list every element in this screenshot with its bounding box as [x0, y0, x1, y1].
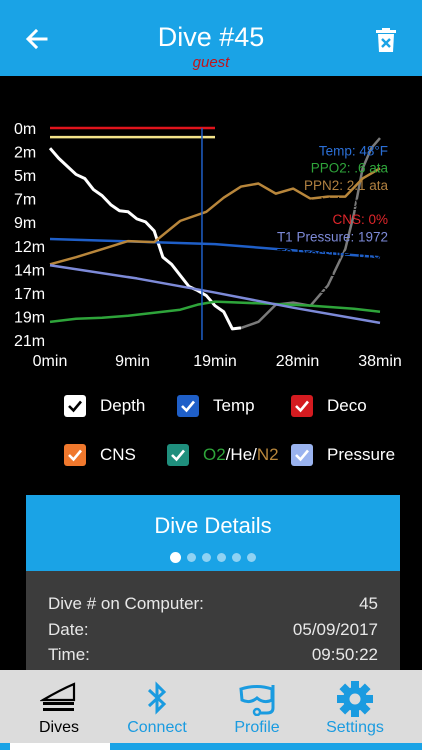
legend-toggle-o2-he-n2[interactable]: O2/He/N2: [167, 440, 279, 470]
nav-label: Dives: [38, 719, 79, 736]
y-tick-label: 14m: [14, 262, 45, 279]
info-line: Battery Voltage: 1v: [275, 195, 389, 210]
info-line: PPN2: 2.1 ata: [304, 178, 389, 193]
legend-toggle-deco[interactable]: Deco: [291, 391, 367, 421]
x-tick-label: 0min: [33, 353, 68, 370]
info-line: CNS: 0%: [332, 212, 388, 227]
nav-settings[interactable]: Settings: [306, 670, 404, 742]
checkbox-checked-icon: [64, 395, 86, 417]
nav-dives[interactable]: Dives: [10, 670, 108, 742]
user-subtitle: guest: [192, 54, 230, 71]
trash-icon[interactable]: [376, 28, 396, 52]
page-title: Dive #45: [157, 22, 265, 52]
nav-label: Connect: [127, 719, 187, 736]
y-tick-label: 2m: [14, 145, 36, 162]
info-line: SAC: --/min: [318, 281, 388, 296]
page-dot[interactable]: [187, 553, 196, 562]
detail-value: 09:50:22: [311, 645, 378, 664]
dive-details-header[interactable]: Dive Details: [26, 495, 400, 571]
legend-label: Temp: [213, 396, 255, 415]
gear-icon: [337, 681, 373, 717]
y-tick-label: 9m: [14, 215, 36, 232]
legend-toggle-temp[interactable]: Temp: [177, 391, 255, 421]
nav-connect[interactable]: Connect: [108, 670, 206, 742]
info-line: PPO2: .6 ata: [311, 161, 389, 176]
dive-profile-chart[interactable]: 0m 2m 5m 7m 9m 12m 14m 17m 19m 21m 0min 9min 19min 28…: [0, 88, 422, 378]
legend-label: Deco: [327, 396, 367, 415]
x-tick-label: 9min: [115, 353, 150, 370]
checkbox-checked-icon: [177, 395, 199, 417]
legend-toggle-depth[interactable]: Depth: [64, 391, 145, 421]
legend-label: CNS: [100, 445, 136, 464]
checkbox-checked-icon: [167, 444, 189, 466]
y-tick-label: 19m: [14, 309, 45, 326]
detail-row-time: Time: 09:50:22: [48, 645, 378, 665]
checkbox-checked-icon: [64, 444, 86, 466]
nav-indicator-active: [10, 743, 110, 750]
x-tick-label: 19min: [193, 353, 237, 370]
dive-mask-icon: [239, 685, 275, 716]
legend-label: Pressure: [327, 445, 396, 464]
detail-value: 45: [359, 594, 378, 613]
bottom-navigation: Dives Connect Profile Settings: [0, 670, 422, 750]
chart-canvas: 0m 2m 5m 7m 9m 12m 14m 17m 19m 21m 0min 9min 19min 28…: [0, 88, 422, 378]
legend-toggle-pressure[interactable]: Pressure: [291, 440, 395, 470]
detail-label: Time:: [48, 645, 90, 664]
bluetooth-icon: [147, 681, 167, 715]
dives-icon: [40, 682, 76, 711]
detail-row-date: Date: 05/09/2017: [48, 620, 378, 640]
info-line: Gas DiveLength: --: [275, 264, 388, 279]
info-line: T2 Pressure: 8188: [277, 247, 388, 262]
info-line: T1 Pressure: 1972: [277, 229, 388, 244]
checkbox-checked-icon: [291, 395, 313, 417]
detail-value: 05/09/2017: [292, 620, 378, 639]
checkbox-checked-icon: [291, 444, 313, 466]
dive-details-title: Dive Details: [154, 513, 272, 538]
detail-row-dive-number: Dive # on Computer: 45: [48, 594, 378, 614]
page-indicator: [26, 549, 400, 567]
info-line: Temp: 48°F: [319, 143, 388, 158]
y-tick-label: 0m: [14, 121, 36, 138]
page-dot[interactable]: [202, 553, 211, 562]
legend-label: Depth: [100, 396, 146, 415]
legend-gas-part: He: [230, 445, 253, 464]
nav-label: Profile: [234, 719, 280, 736]
page-dot[interactable]: [232, 553, 241, 562]
nav-label: Settings: [326, 719, 384, 736]
info-line: Mode: OC Rec. Gas: 21/00: [225, 126, 388, 141]
detail-label: Date:: [48, 620, 89, 639]
nav-profile[interactable]: Profile: [208, 670, 306, 742]
page-dot[interactable]: [170, 552, 181, 563]
y-tick-label: 7m: [14, 192, 36, 209]
x-tick-label: 38min: [358, 353, 402, 370]
detail-label: Dive # on Computer:: [48, 594, 204, 613]
info-line: Depth: 16.6m 17:40: [269, 109, 388, 124]
app-bar: Dive #45 guest: [0, 0, 422, 76]
y-tick-label: 17m: [14, 286, 45, 303]
page-dot[interactable]: [247, 553, 256, 562]
dive-details-body: Dive # on Computer: 45 Date: 05/09/2017 …: [26, 571, 400, 670]
x-tick-label: 28min: [276, 353, 320, 370]
legend-toggle-cns[interactable]: CNS: [64, 440, 136, 470]
page-dot[interactable]: [217, 553, 226, 562]
y-tick-label: 21m: [14, 333, 45, 350]
legend-label: O2/He/N2: [203, 445, 279, 465]
y-tick-label: 12m: [14, 239, 45, 256]
legend-gas-part: O2: [203, 445, 226, 464]
legend-gas-part: N2: [256, 445, 279, 464]
y-tick-label: 5m: [14, 168, 36, 185]
